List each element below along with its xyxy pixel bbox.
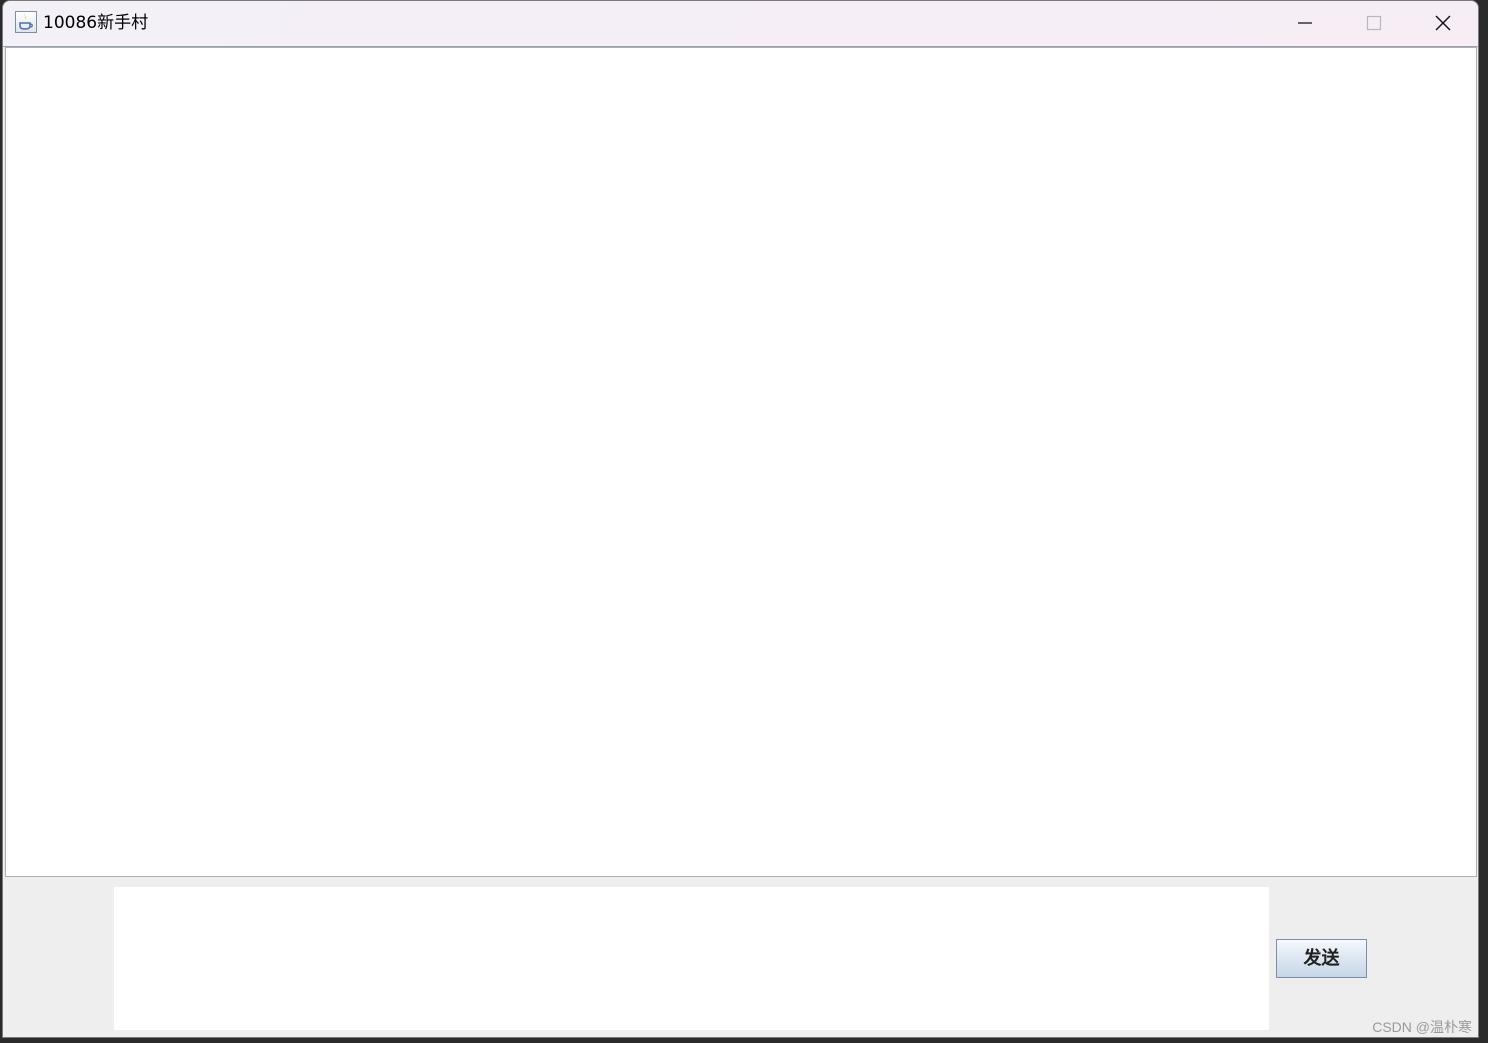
- maximize-button[interactable]: [1340, 1, 1408, 45]
- window-title: 10086新手村: [43, 13, 149, 33]
- app-window: 10086新手村 发送 CSDN @温朴寒: [2, 0, 1479, 1038]
- java-app-icon[interactable]: [15, 11, 37, 33]
- send-button[interactable]: 发送: [1276, 939, 1367, 978]
- close-icon: [1435, 15, 1451, 31]
- input-panel: 发送 CSDN @温朴寒: [3, 878, 1478, 1037]
- chat-message-area[interactable]: [5, 47, 1477, 877]
- watermark-text: CSDN @温朴寒: [1372, 1019, 1472, 1035]
- message-input[interactable]: [114, 887, 1269, 1030]
- minimize-button[interactable]: [1271, 1, 1339, 45]
- maximize-icon: [1366, 15, 1382, 31]
- close-button[interactable]: [1409, 1, 1477, 45]
- minimize-icon: [1298, 22, 1312, 24]
- title-bar[interactable]: 10086新手村: [3, 1, 1478, 47]
